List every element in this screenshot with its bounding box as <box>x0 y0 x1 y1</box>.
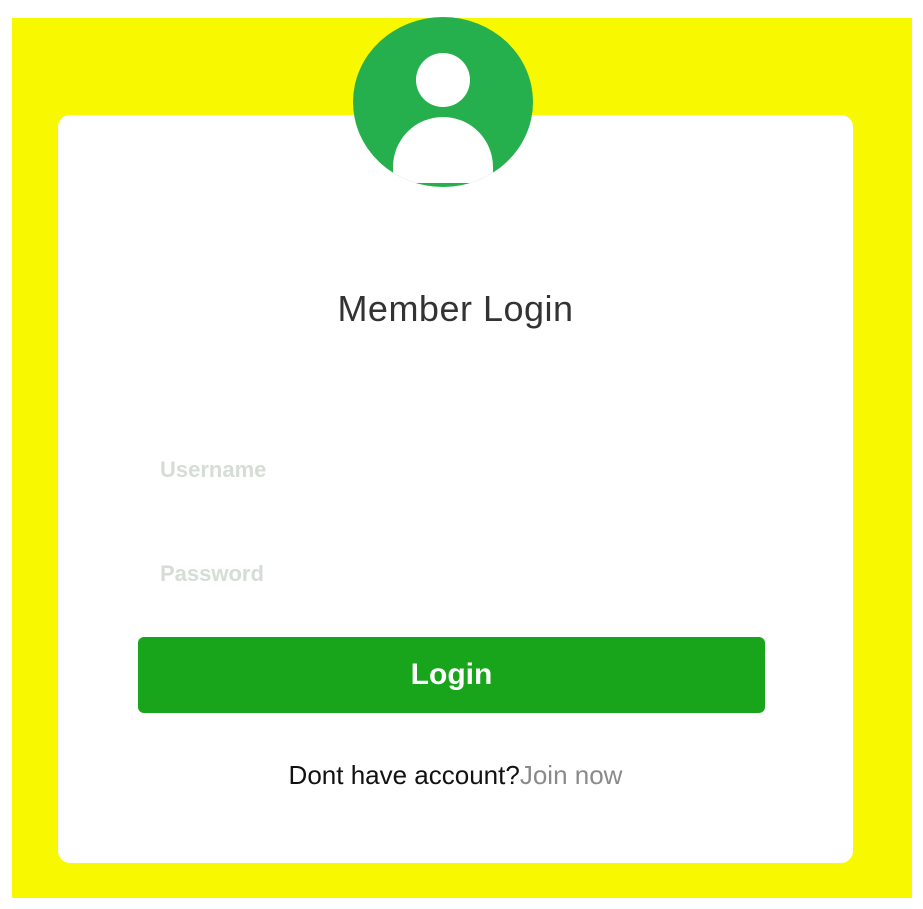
password-input[interactable] <box>160 552 760 596</box>
page-title: Member Login <box>337 288 574 329</box>
avatar-shoulders <box>393 117 493 183</box>
username-input[interactable] <box>160 448 760 492</box>
avatar-head <box>416 53 470 107</box>
signup-row: Dont have account?Join now <box>58 760 853 791</box>
user-avatar-icon <box>353 17 533 187</box>
login-button[interactable]: Login <box>138 637 765 713</box>
join-now-link[interactable]: Join now <box>520 760 623 790</box>
signup-prompt: Dont have account? <box>288 760 520 790</box>
